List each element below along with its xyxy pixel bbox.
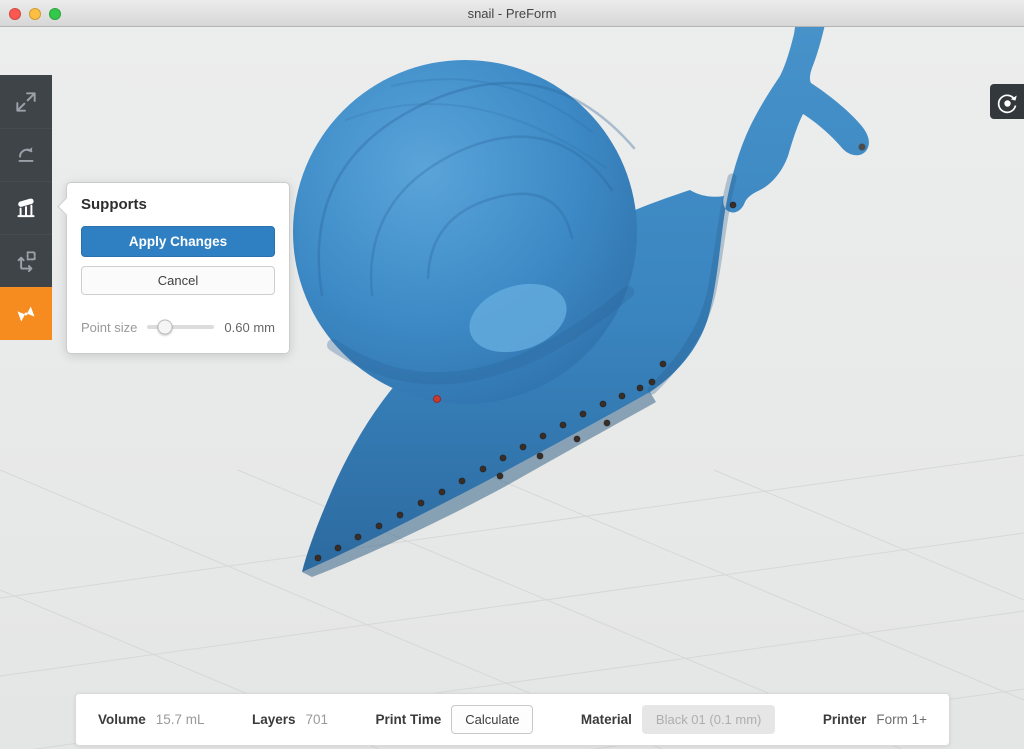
supports-icon (13, 195, 39, 221)
support-point[interactable] (397, 512, 403, 518)
support-point-selected[interactable] (433, 395, 440, 402)
app-window: snail - PreForm (0, 0, 1024, 749)
stat-volume: Volume 15.7 mL (98, 712, 205, 727)
tool-size[interactable] (0, 75, 52, 128)
support-point[interactable] (637, 385, 643, 391)
support-point[interactable] (660, 361, 666, 367)
support-point[interactable] (619, 393, 625, 399)
support-point[interactable] (376, 523, 382, 529)
zoom-button[interactable] (49, 8, 61, 20)
support-point[interactable] (730, 202, 736, 208)
support-point[interactable] (480, 466, 486, 472)
layout-icon (13, 248, 39, 274)
tool-print[interactable] (0, 287, 52, 340)
tool-layout[interactable] (0, 234, 52, 287)
stat-layers: Layers 701 (252, 712, 328, 727)
stat-print-time: Print Time Calculate (375, 705, 533, 734)
material-select[interactable]: Black 01 (0.1 mm) (642, 705, 775, 734)
tool-sidebar (0, 75, 52, 340)
support-point[interactable] (439, 489, 445, 495)
support-point[interactable] (560, 422, 566, 428)
support-point[interactable] (315, 555, 321, 561)
support-point[interactable] (459, 478, 465, 484)
supports-panel: Supports Apply Changes Cancel Point size… (66, 182, 290, 354)
printer-value: Form 1+ (876, 712, 927, 727)
tool-supports[interactable] (0, 181, 52, 234)
traffic-lights (9, 0, 61, 27)
volume-label: Volume (98, 712, 146, 727)
scene-canvas[interactable] (0, 27, 1024, 749)
stat-printer: Printer Form 1+ (823, 712, 927, 727)
stat-material: Material Black 01 (0.1 mm) (581, 705, 776, 734)
window-title: snail - PreForm (0, 6, 1024, 21)
orient-icon (13, 142, 39, 168)
support-point[interactable] (649, 379, 655, 385)
point-size-slider[interactable] (147, 319, 214, 335)
volume-value: 15.7 mL (156, 712, 205, 727)
point-size-row: Point size 0.60 mm (81, 319, 275, 335)
close-button[interactable] (9, 8, 21, 20)
support-point[interactable] (540, 433, 546, 439)
layers-value: 701 (306, 712, 329, 727)
resize-icon (13, 89, 39, 115)
slider-handle[interactable] (157, 320, 172, 335)
supports-panel-title: Supports (81, 196, 275, 213)
status-bar: Volume 15.7 mL Layers 701 Print Time Cal… (75, 693, 950, 746)
support-point[interactable] (335, 545, 341, 551)
viewport-3d[interactable]: Supports Apply Changes Cancel Point size… (0, 27, 1024, 749)
layers-label: Layers (252, 712, 296, 727)
support-point[interactable] (520, 444, 526, 450)
snail-model[interactable] (293, 27, 869, 577)
calculate-button[interactable]: Calculate (451, 705, 533, 734)
material-label: Material (581, 712, 632, 727)
point-size-label: Point size (81, 320, 137, 335)
cancel-button[interactable]: Cancel (81, 266, 275, 295)
tool-orient[interactable] (0, 128, 52, 181)
support-point[interactable] (537, 453, 543, 459)
support-point[interactable] (497, 473, 503, 479)
apply-changes-button[interactable]: Apply Changes (81, 226, 275, 257)
point-size-value: 0.60 mm (224, 320, 275, 335)
support-point[interactable] (600, 401, 606, 407)
tentacle-tip (859, 144, 866, 151)
support-point[interactable] (500, 455, 506, 461)
support-point[interactable] (580, 411, 586, 417)
print-time-label: Print Time (375, 712, 441, 727)
support-point[interactable] (418, 500, 424, 506)
support-point[interactable] (604, 420, 610, 426)
printer-label: Printer (823, 712, 867, 727)
support-point[interactable] (355, 534, 361, 540)
minimize-button[interactable] (29, 8, 41, 20)
orbit-icon (995, 90, 1019, 114)
print-icon (13, 301, 39, 327)
titlebar: snail - PreForm (0, 0, 1024, 27)
orbit-view-button[interactable] (990, 84, 1024, 119)
support-point[interactable] (574, 436, 580, 442)
